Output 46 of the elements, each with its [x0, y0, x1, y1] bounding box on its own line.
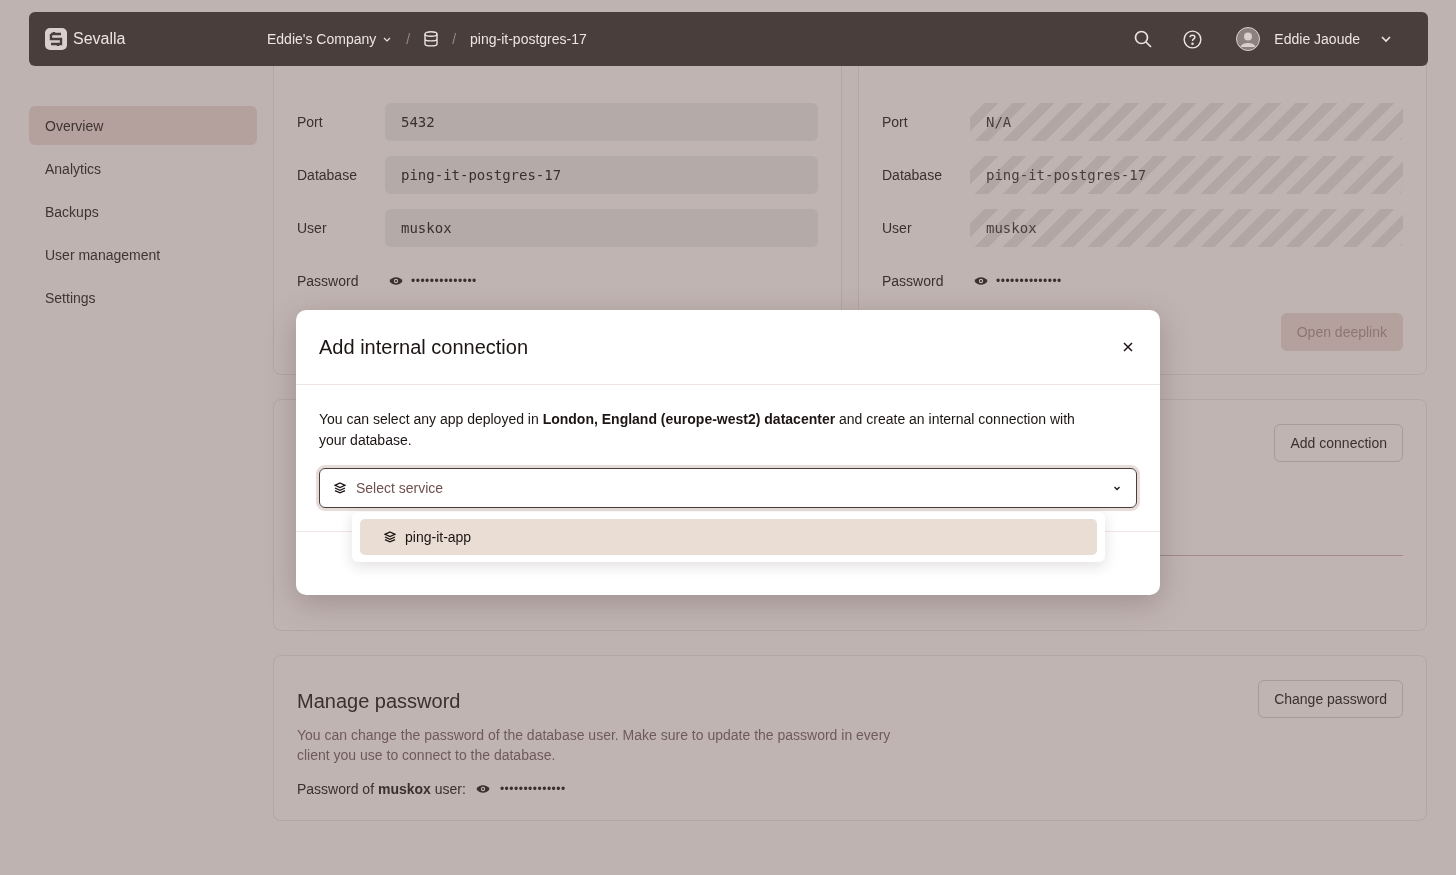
section-description: You can change the password of the database user. Make sure to update the password in every client you use to connect to the database. — [297, 726, 892, 765]
readonly-field[interactable]: 5432 — [385, 103, 818, 141]
readonly-field[interactable]: ping-it-postgres-17 — [385, 156, 818, 194]
eye-icon[interactable] — [389, 276, 403, 286]
breadcrumb-current[interactable]: ping-it-postgres-17 — [470, 31, 587, 47]
layers-icon — [384, 531, 396, 543]
breadcrumb-separator: / — [452, 31, 457, 47]
close-icon — [1123, 342, 1133, 352]
company-switcher[interactable]: Eddie's Company — [267, 31, 393, 47]
help-icon[interactable] — [1183, 29, 1203, 49]
user-menu[interactable]: Eddie Jaoude — [1236, 27, 1392, 51]
field-label: Port — [882, 114, 909, 130]
readonly-field[interactable]: muskox — [385, 209, 818, 247]
dialog-text: You can select any app deployed in London, England (europe-west2) datacenter and create an internal connection with your database. — [319, 410, 1076, 450]
sidebar-item[interactable]: Overview — [29, 106, 257, 145]
field-label: Password — [882, 273, 945, 289]
brand-name: Sevalla — [73, 30, 127, 48]
field-label: Port — [297, 114, 324, 130]
breadcrumb-separator: / — [406, 31, 411, 47]
eye-icon[interactable] — [475, 784, 490, 794]
sidebar-item[interactable]: User management — [29, 235, 257, 274]
logo-icon — [45, 28, 67, 50]
password-value: •••••••••••••• — [499, 782, 566, 796]
database-icon[interactable] — [424, 31, 439, 47]
field-label: User — [297, 220, 328, 236]
layers-icon — [334, 482, 346, 494]
sidebar-item[interactable]: Analytics — [29, 149, 257, 188]
service-select[interactable]: Select service — [319, 468, 1137, 508]
field-label: Database — [297, 167, 358, 183]
section-title: Manage password — [297, 690, 462, 713]
avatar — [1236, 27, 1261, 51]
field-label: Password — [297, 273, 360, 289]
dropdown-option[interactable]: ping-it-app — [360, 519, 1097, 555]
field-label: Database — [882, 167, 943, 183]
sidebar-item[interactable]: Backups — [29, 192, 257, 231]
field-label: User — [882, 220, 913, 236]
chevron-down-icon — [1380, 33, 1392, 45]
change-password-button[interactable]: Change password — [1258, 680, 1403, 718]
password-label: Password of muskox user: — [297, 781, 466, 797]
sidebar-item[interactable]: Settings — [29, 278, 257, 317]
search-icon[interactable] — [1134, 30, 1153, 48]
password-value: •••••••••••••• — [411, 274, 477, 288]
eye-icon[interactable] — [974, 276, 988, 286]
dialog-title: Add internal connection — [319, 335, 529, 359]
add-connection-button[interactable]: Add connection — [1274, 424, 1403, 462]
password-value: •••••••••••••• — [996, 274, 1062, 288]
